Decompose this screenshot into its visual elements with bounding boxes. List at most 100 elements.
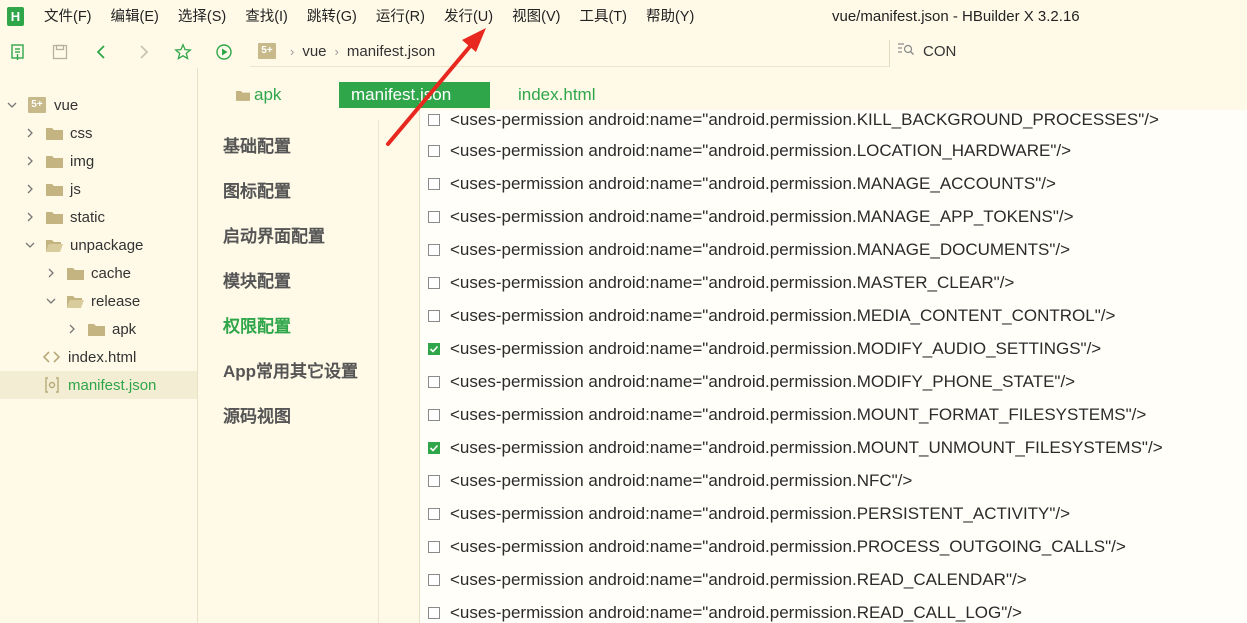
permission-checkbox[interactable] [428,540,440,553]
menu-view[interactable]: 视图(V) [512,0,560,34]
permission-row[interactable]: <uses-permission android:name="android.p… [428,497,1070,530]
title-bar: H 文件(F) 编辑(E) 选择(S) 查找(I) 跳转(G) 运行(R) 发行… [0,0,1247,34]
tab-apk[interactable]: apk [236,82,281,108]
tree-item-js[interactable]: js [0,175,197,203]
star-icon[interactable] [173,42,193,62]
chevron-right-icon[interactable] [24,211,36,223]
breadcrumb-item-vue[interactable]: vue [302,43,326,60]
permission-row[interactable]: <uses-permission android:name="android.p… [428,464,912,497]
chevron-right-icon[interactable] [66,323,78,335]
permission-row[interactable]: <uses-permission android:name="android.p… [428,299,1115,332]
permission-row[interactable]: <uses-permission android:name="android.p… [428,200,1074,233]
search-input[interactable] [923,42,1123,60]
tree-item-unpackage[interactable]: unpackage [0,231,197,259]
check-icon [429,444,439,452]
permission-checkbox[interactable] [428,573,440,586]
config-nav-modules[interactable]: 模块配置 [223,267,291,292]
run-icon[interactable] [214,42,234,62]
tree-item-release[interactable]: release [0,287,197,315]
chevron-right-icon[interactable] [24,183,36,195]
config-nav-splash[interactable]: 启动界面配置 [223,222,325,247]
permission-checkbox[interactable] [428,276,440,289]
menu-tools[interactable]: 工具(T) [579,0,627,34]
permission-row[interactable]: <uses-permission android:name="android.p… [428,596,1022,623]
permission-checkbox[interactable] [428,408,440,421]
project-explorer: 5+ vue css img js static unpackage cache… [0,68,198,623]
chevron-down-icon[interactable] [6,99,18,111]
folder-icon [46,155,63,168]
back-icon[interactable] [92,42,112,62]
permission-text: <uses-permission android:name="android.p… [450,239,1071,259]
breadcrumb-item-manifest[interactable]: manifest.json [347,43,435,60]
permission-checkbox[interactable] [428,375,440,388]
tree-item-apk[interactable]: apk [0,315,197,343]
permission-checkbox[interactable] [428,309,440,322]
permission-row[interactable]: <uses-permission android:name="android.p… [428,398,1146,431]
permission-checkbox[interactable] [428,144,440,157]
permission-checkbox[interactable] [428,177,440,190]
permission-text: <uses-permission android:name="android.p… [450,110,1159,129]
permission-row[interactable]: <uses-permission android:name="android.p… [428,266,1014,299]
config-nav-permissions[interactable]: 权限配置 [223,312,291,337]
permission-text: <uses-permission android:name="android.p… [450,140,1072,160]
permission-checkbox[interactable] [428,441,440,454]
tree-label: static [70,208,106,226]
tree-item-img[interactable]: img [0,147,197,175]
permission-checkbox[interactable] [428,474,440,487]
permission-row[interactable]: <uses-permission android:name="android.p… [428,233,1070,266]
permission-text: <uses-permission android:name="android.p… [450,437,1163,457]
menu-find[interactable]: 查找(I) [245,0,288,34]
config-nav-app-other[interactable]: App常用其它设置 [223,357,358,382]
permission-checkbox[interactable] [428,342,440,355]
permission-text: <uses-permission android:name="android.p… [450,503,1071,523]
folder-open-icon [46,239,63,252]
menu-goto[interactable]: 跳转(G) [307,0,357,34]
config-nav-icons[interactable]: 图标配置 [223,177,291,202]
save-icon[interactable] [50,42,70,62]
chevron-right-icon[interactable] [24,127,36,139]
permission-text: <uses-permission android:name="android.p… [450,569,1027,589]
chevron-right-icon[interactable] [45,267,57,279]
chevron-down-icon[interactable] [24,239,36,251]
tab-index-html[interactable]: index.html [518,82,595,108]
menu-file[interactable]: 文件(F) [44,0,92,34]
permission-row[interactable]: <uses-permission android:name="android.p… [428,167,1056,200]
forward-icon[interactable] [133,42,153,62]
tree-item-manifest-json[interactable]: manifest.json [0,371,197,399]
tree-label: vue [54,96,79,114]
chevron-right-icon[interactable] [24,155,36,167]
menu-run[interactable]: 运行(R) [376,0,425,34]
permission-row[interactable]: <uses-permission android:name="android.p… [428,563,1027,596]
permission-checkbox[interactable] [428,606,440,619]
permission-row[interactable]: <uses-permission android:name="android.p… [428,134,1071,167]
tab-manifest-json[interactable]: manifest.json [339,82,490,108]
menu-select[interactable]: 选择(S) [178,0,226,34]
check-icon [429,345,439,353]
menu-edit[interactable]: 编辑(E) [111,0,159,34]
menu-help[interactable]: 帮助(Y) [646,0,694,34]
window-title: vue/manifest.json - HBuilder X 3.2.16 [832,8,1080,25]
json-file-icon [44,377,60,393]
permission-checkbox[interactable] [428,243,440,256]
search-area [897,34,1123,68]
tree-item-static[interactable]: static [0,203,197,231]
toolbar-divider [889,40,890,66]
new-file-icon[interactable] [8,42,28,62]
permission-row[interactable]: <uses-permission android:name="android.p… [428,332,1101,365]
permission-row[interactable]: <uses-permission android:name="android.p… [428,431,1163,464]
config-nav-basic[interactable]: 基础配置 [223,132,291,157]
permission-checkbox[interactable] [428,113,440,126]
config-nav-source-view[interactable]: 源码视图 [223,402,291,427]
tree-item-cache[interactable]: cache [0,259,197,287]
tree-item-vue[interactable]: 5+ vue [0,91,197,119]
permission-row[interactable]: <uses-permission android:name="android.p… [428,530,1126,563]
chevron-down-icon[interactable] [45,295,57,307]
tree-item-css[interactable]: css [0,119,197,147]
menu-publish[interactable]: 发行(U) [444,0,493,34]
permission-checkbox[interactable] [428,210,440,223]
tree-item-index-html[interactable]: index.html [0,343,197,371]
tab-label: index.html [518,85,596,104]
permission-checkbox[interactable] [428,507,440,520]
permission-row[interactable]: <uses-permission android:name="android.p… [428,110,1159,136]
permission-row[interactable]: <uses-permission android:name="android.p… [428,365,1075,398]
